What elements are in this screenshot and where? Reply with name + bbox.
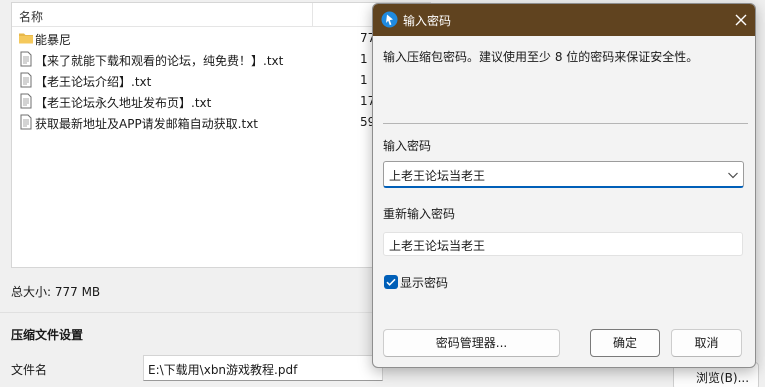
check-icon	[386, 278, 396, 286]
password-value: 上老王论坛当老王	[389, 169, 486, 183]
column-name-header[interactable]: 名称	[19, 8, 43, 25]
file-name: 能暴尼	[35, 33, 72, 47]
file-row[interactable]: 【老王论坛介绍】.txt 1	[12, 70, 430, 91]
password-dialog: 输入密码 输入压缩包密码。建议使用至少 8 位的密码来保证安全性。 输入密码 上…	[372, 3, 756, 368]
show-password-checkbox[interactable]	[384, 275, 398, 289]
file-name: 【老王论坛永久地址发布页】.txt	[35, 96, 212, 110]
total-size-label: 总大小: 777 MB	[11, 285, 101, 299]
divider	[383, 123, 748, 124]
ok-button[interactable]: 确定	[590, 329, 660, 357]
reenter-password-label: 重新输入密码	[383, 207, 456, 221]
reenter-password-value: 上老王论坛当老王	[389, 239, 486, 253]
password-label: 输入密码	[383, 139, 432, 153]
divider	[0, 312, 380, 313]
column-separator[interactable]	[312, 3, 313, 27]
dialog-titlebar[interactable]: 输入密码	[373, 4, 755, 36]
text-file-icon	[20, 114, 32, 130]
file-list-panel: 名称 能暴尼 77 【来了就能下载和观看的论坛，纯免费！】.txt 1 【老王论…	[11, 2, 431, 268]
file-size: 1	[360, 52, 368, 66]
file-row[interactable]: 能暴尼 77	[12, 28, 430, 49]
close-icon[interactable]	[729, 8, 753, 32]
filename-label: 文件名	[11, 363, 48, 377]
file-list-header[interactable]: 名称	[12, 3, 430, 27]
file-size: 1	[360, 73, 368, 87]
filename-input[interactable]: E:\下载用\xbn游戏教程.pdf	[143, 355, 383, 381]
password-manager-button[interactable]: 密码管理器...	[383, 329, 560, 357]
cancel-button[interactable]: 取消	[671, 329, 742, 357]
folder-icon	[19, 33, 33, 44]
text-file-icon	[20, 93, 32, 109]
file-name: 【来了就能下载和观看的论坛，纯免费！】.txt	[35, 54, 284, 68]
settings-section-title: 压缩文件设置	[11, 328, 84, 342]
dialog-intro-text: 输入压缩包密码。建议使用至少 8 位的密码来保证安全性。	[383, 50, 699, 64]
file-name: 【老王论坛介绍】.txt	[35, 75, 152, 89]
dialog-title: 输入密码	[403, 14, 452, 28]
bandizip-icon	[381, 11, 398, 28]
text-file-icon	[20, 51, 32, 67]
file-row[interactable]: 【老王论坛永久地址发布页】.txt 17	[12, 91, 430, 112]
file-row[interactable]: 【来了就能下载和观看的论坛，纯免费！】.txt 1	[12, 49, 430, 70]
reenter-password-input[interactable]: 上老王论坛当老王	[383, 232, 743, 256]
password-input[interactable]: 上老王论坛当老王	[383, 161, 744, 188]
text-file-icon	[20, 72, 32, 88]
show-password-label[interactable]: 显示密码	[400, 274, 448, 291]
file-row[interactable]: 获取最新地址及APP请发邮箱自动获取.txt 59	[12, 112, 430, 133]
chevron-down-icon[interactable]	[727, 170, 739, 180]
file-name: 获取最新地址及APP请发邮箱自动获取.txt	[35, 117, 259, 131]
